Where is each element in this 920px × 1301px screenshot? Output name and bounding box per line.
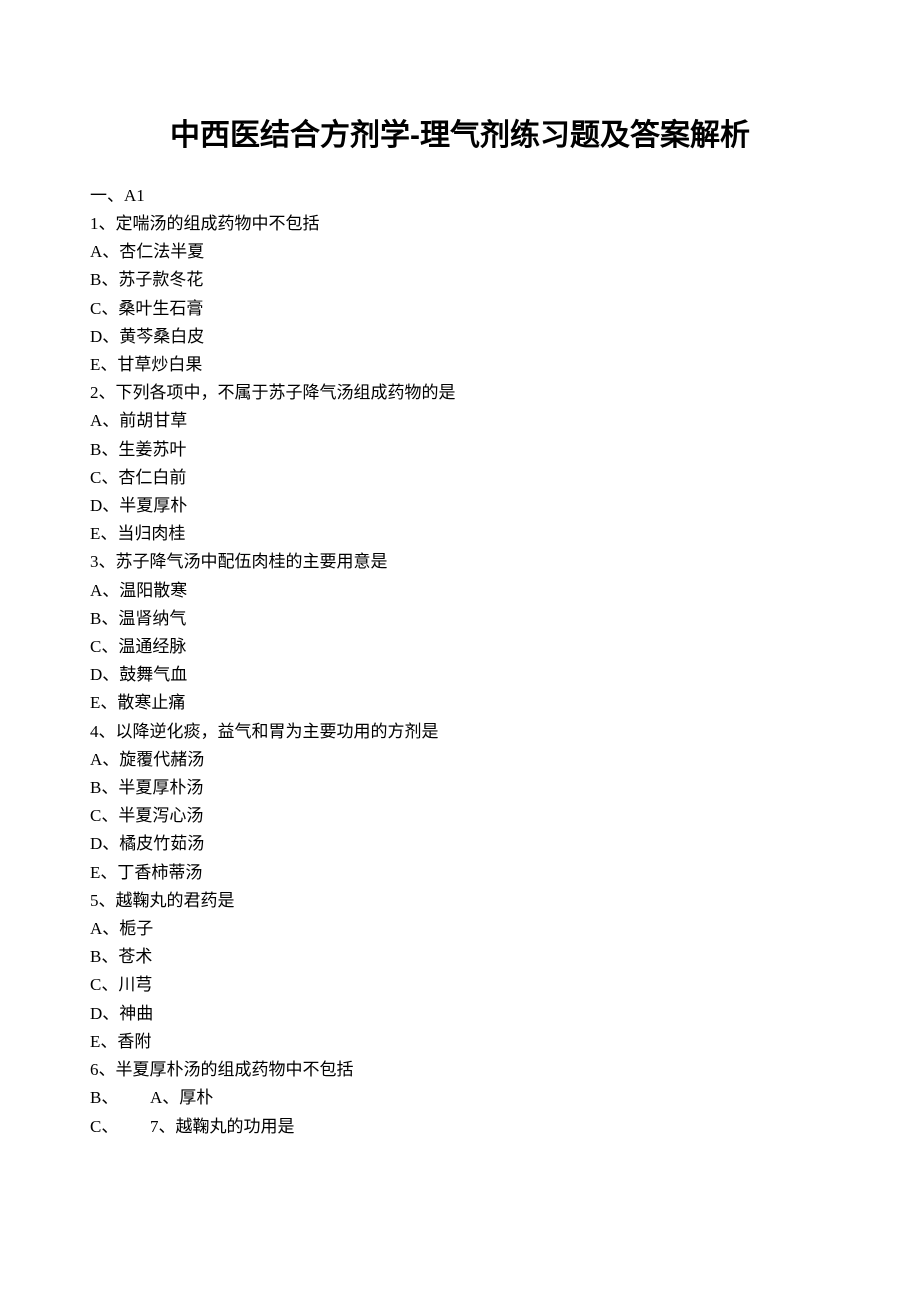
question-1-option-a: A、杏仁法半夏 (90, 238, 830, 266)
question-3-option-c: C、温通经脉 (90, 633, 830, 661)
question-6-label-b: B、 (90, 1084, 150, 1112)
question-6-content-c: 7、越鞠丸的功用是 (150, 1113, 295, 1141)
question-6-content-b: A、厚朴 (150, 1084, 213, 1112)
question-2-stem: 2、下列各项中，不属于苏子降气汤组成药物的是 (90, 379, 830, 407)
question-1-option-d: D、黄芩桑白皮 (90, 323, 830, 351)
question-1-stem: 1、定喘汤的组成药物中不包括 (90, 210, 830, 238)
page-title: 中西医结合方剂学-理气剂练习题及答案解析 (90, 110, 830, 154)
question-4-option-c: C、半夏泻心汤 (90, 802, 830, 830)
section-header: 一、A1 (90, 182, 830, 210)
question-1-option-b: B、苏子款冬花 (90, 266, 830, 294)
question-5-option-d: D、神曲 (90, 1000, 830, 1028)
question-6-stem: 6、半夏厚朴汤的组成药物中不包括 (90, 1056, 830, 1084)
question-4-stem: 4、以降逆化痰，益气和胃为主要功用的方剂是 (90, 718, 830, 746)
question-6-label-c: C、 (90, 1113, 150, 1141)
question-5-option-c: C、川芎 (90, 971, 830, 999)
question-4-option-d: D、橘皮竹茹汤 (90, 830, 830, 858)
question-3-option-d: D、鼓舞气血 (90, 661, 830, 689)
question-2-option-b: B、生姜苏叶 (90, 436, 830, 464)
question-4-option-b: B、半夏厚朴汤 (90, 774, 830, 802)
question-3-option-b: B、温肾纳气 (90, 605, 830, 633)
question-1-option-e: E、甘草炒白果 (90, 351, 830, 379)
question-4-option-e: E、丁香柿蒂汤 (90, 859, 830, 887)
question-1-option-c: C、桑叶生石膏 (90, 295, 830, 323)
question-6-line-b: B、 A、厚朴 (90, 1084, 830, 1112)
question-5-option-a: A、栀子 (90, 915, 830, 943)
question-2-option-d: D、半夏厚朴 (90, 492, 830, 520)
question-5-stem: 5、越鞠丸的君药是 (90, 887, 830, 915)
question-2-option-c: C、杏仁白前 (90, 464, 830, 492)
question-5-option-e: E、香附 (90, 1028, 830, 1056)
question-3-stem: 3、苏子降气汤中配伍肉桂的主要用意是 (90, 548, 830, 576)
question-3-option-a: A、温阳散寒 (90, 577, 830, 605)
question-3-option-e: E、散寒止痛 (90, 689, 830, 717)
question-5-option-b: B、苍术 (90, 943, 830, 971)
question-6-line-c: C、 7、越鞠丸的功用是 (90, 1113, 830, 1141)
question-2-option-a: A、前胡甘草 (90, 407, 830, 435)
question-2-option-e: E、当归肉桂 (90, 520, 830, 548)
question-4-option-a: A、旋覆代赭汤 (90, 746, 830, 774)
